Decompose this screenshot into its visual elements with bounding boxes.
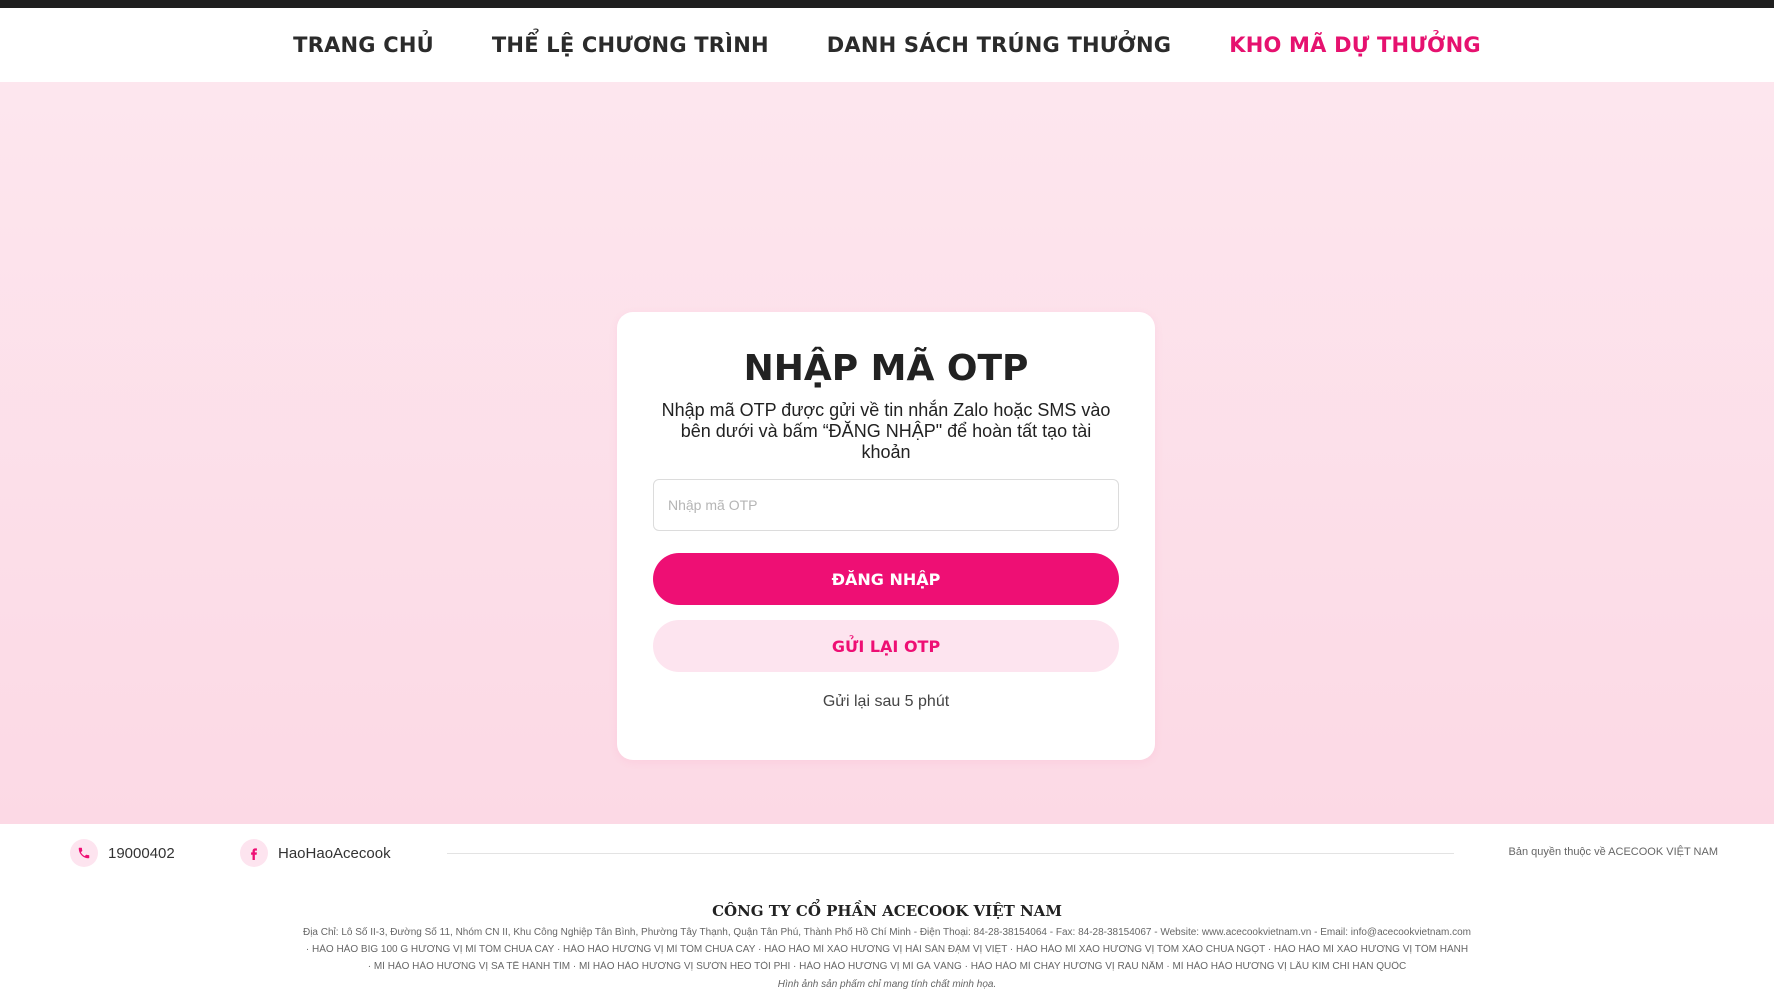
- hero-background: NHẬP MÃ OTP Nhập mã OTP được gửi về tin …: [0, 82, 1774, 824]
- footer: 19000402 HaoHaoAcecook Bản quyền thuộc v…: [0, 824, 1774, 1005]
- otp-description: Nhập mã OTP được gửi về tin nhắn Zalo ho…: [661, 400, 1111, 462]
- copyright: Bản quyền thuộc về ACECOOK VIỆT NAM: [1508, 846, 1718, 858]
- main-nav: TRANG CHỦ THỂ LỆ CHƯƠNG TRÌNH DANH SÁCH …: [0, 8, 1774, 82]
- disclaimer: Hình ảnh sản phẩm chỉ mang tính chất min…: [777, 979, 997, 990]
- phone-icon: [70, 839, 98, 867]
- product-list-1: · HẢO HẢO BIG 100 G HƯƠNG VỊ MÌ TÔM CHUA…: [305, 944, 1469, 955]
- facebook-name: HaoHaoAcecook: [278, 844, 391, 862]
- footer-phone[interactable]: 19000402: [70, 838, 175, 868]
- nav-item-prize-codes[interactable]: KHO MÃ DỰ THƯỞNG: [1229, 33, 1481, 57]
- otp-title: NHẬP MÃ OTP: [743, 348, 1029, 389]
- company-name: CÔNG TY CỔ PHẦN ACECOOK VIỆT NAM: [712, 902, 1062, 920]
- resend-countdown: Gửi lại sau 5 phút: [822, 693, 950, 710]
- top-strip: [0, 0, 1774, 8]
- company-address: Địa Chỉ: Lô Số II-3, Đường Số 11, Nhóm C…: [302, 927, 1472, 938]
- otp-input[interactable]: [653, 479, 1119, 531]
- resend-otp-button[interactable]: GỬI LẠI OTP: [653, 620, 1119, 672]
- login-button[interactable]: ĐĂNG NHẬP: [653, 553, 1119, 605]
- footer-facebook[interactable]: HaoHaoAcecook: [240, 838, 391, 868]
- facebook-icon: [240, 839, 268, 867]
- nav-item-winners[interactable]: DANH SÁCH TRÚNG THƯỞNG: [827, 33, 1172, 57]
- nav-item-home[interactable]: TRANG CHỦ: [293, 33, 434, 57]
- footer-divider: [447, 853, 1454, 854]
- product-list-2: · MÌ HẢO HẢO HƯƠNG VỊ SA TẾ HÀNH TÍM · M…: [367, 961, 1407, 972]
- phone-number: 19000402: [108, 844, 175, 862]
- nav-item-rules[interactable]: THỂ LỆ CHƯƠNG TRÌNH: [492, 33, 769, 57]
- otp-card: NHẬP MÃ OTP Nhập mã OTP được gửi về tin …: [617, 312, 1155, 760]
